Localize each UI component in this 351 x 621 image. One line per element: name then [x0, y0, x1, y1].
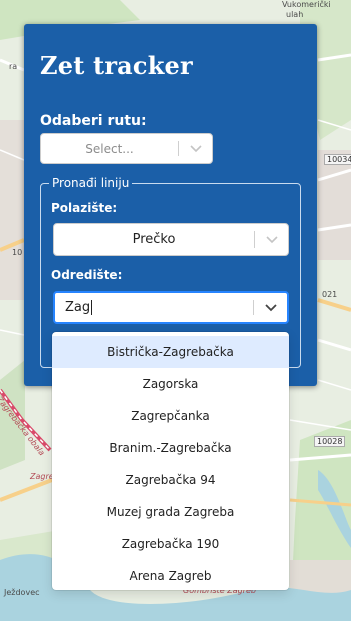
start-label: Polazište: [51, 201, 118, 215]
map-label: 021 [322, 290, 338, 299]
map-label: Ježdovec [4, 588, 40, 597]
destination-option[interactable]: Muzej grada Zagreba [52, 496, 289, 528]
route-select-placeholder: Select... [85, 141, 134, 156]
destination-option[interactable]: Branim.-Zagrebačka [52, 432, 289, 464]
destination-options-menu: Bistrička-Zagrebačka Zagorska Zagrepčank… [52, 332, 289, 590]
start-select[interactable]: Prečko [53, 223, 289, 256]
start-select-value: Prečko [132, 232, 176, 247]
destination-label: Odredište: [51, 268, 123, 282]
app-title: Zet tracker [40, 51, 193, 80]
chevron-down-icon[interactable] [254, 293, 287, 322]
destination-option[interactable]: Zagrebačka 190 [52, 528, 289, 560]
map-label: ulah [286, 10, 304, 19]
destination-option[interactable]: Zagorska [52, 368, 289, 400]
route-label: Odaberi rutu: [40, 113, 147, 129]
map-label: 10 [12, 248, 23, 257]
road-number-badge: 10028 [314, 436, 346, 447]
destination-select[interactable]: Zag [53, 291, 289, 324]
chevron-down-icon[interactable] [255, 224, 288, 255]
map-label: ra [9, 62, 18, 71]
map-label: Vukomerički [282, 0, 331, 9]
text-caret [91, 300, 93, 315]
destination-input[interactable]: Zag [55, 293, 253, 322]
road-number-badge: 10034 [324, 154, 351, 165]
route-select[interactable]: Select... [40, 133, 213, 164]
destination-input-text: Zag [65, 300, 91, 315]
line-finder-legend: Pronađi liniju [49, 176, 133, 190]
destination-option[interactable]: Arena Zagreb [52, 560, 289, 592]
chevron-down-icon[interactable] [179, 134, 212, 163]
destination-option[interactable]: Zagrepčanka [52, 400, 289, 432]
destination-option[interactable]: Bistrička-Zagrebačka [52, 336, 289, 368]
destination-option[interactable]: Zagrebačka 94 [52, 464, 289, 496]
